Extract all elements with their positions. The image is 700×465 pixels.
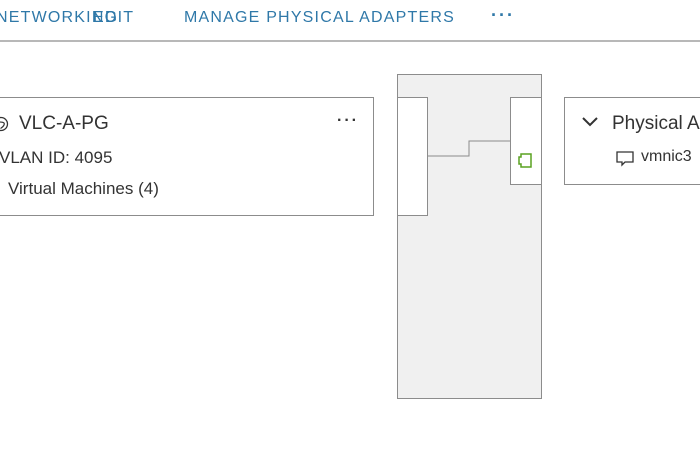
- chevron-down-icon[interactable]: [581, 115, 599, 129]
- virtual-machines-toggle[interactable]: Virtual Machines (4): [8, 179, 159, 199]
- switch-connection-lines: [428, 140, 510, 157]
- vmnic-adapter-link[interactable]: vmnic3: [641, 148, 692, 166]
- physical-adapters-card: Physical Adapters vmnic3: [564, 97, 700, 185]
- manage-physical-adapters-button[interactable]: MANAGE PHYSICAL ADAPTERS: [184, 9, 455, 27]
- port-group-more-button[interactable]: ···: [337, 112, 359, 130]
- globe-icon: [0, 116, 9, 132]
- port-group-name: VLC-A-PG: [19, 113, 109, 134]
- port-group-card: VLC-A-PG ··· VLAN ID: 4095 Virtual Machi…: [0, 97, 374, 216]
- network-card-icon: [615, 149, 635, 167]
- switch-topology-view: NETWORKING EDIT MANAGE PHYSICAL ADAPTERS…: [0, 0, 700, 465]
- action-toolbar: NETWORKING EDIT MANAGE PHYSICAL ADAPTERS…: [0, 0, 700, 42]
- switch-port-group-side: [397, 97, 428, 216]
- more-actions-button[interactable]: ···: [491, 5, 515, 26]
- uplink-active-icon: [516, 150, 538, 172]
- physical-adapters-title: Physical Adapters: [612, 113, 700, 134]
- vlan-id-label: VLAN ID: 4095: [0, 148, 113, 167]
- edit-button[interactable]: EDIT: [93, 9, 134, 27]
